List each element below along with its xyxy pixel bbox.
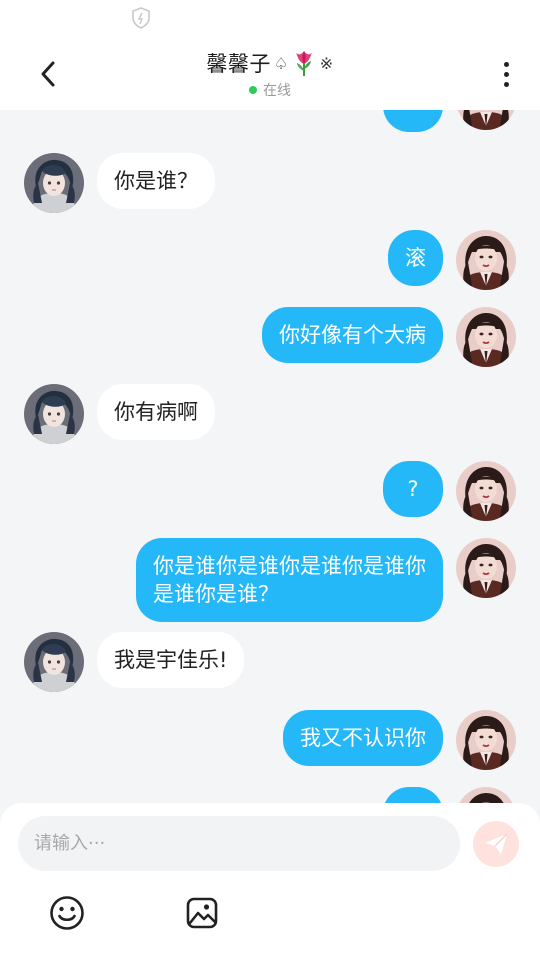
my-avatar[interactable] <box>456 538 516 598</box>
image-button[interactable] <box>182 893 222 933</box>
more-vertical-icon <box>503 61 509 67</box>
status-bar <box>0 0 540 38</box>
online-status-label: 在线 <box>263 83 291 99</box>
more-options-button[interactable] <box>494 56 518 92</box>
message-input[interactable] <box>18 816 460 871</box>
send-button[interactable] <box>473 821 519 867</box>
more-dot <box>503 81 509 87</box>
spade-symbol: ♤ <box>273 53 289 73</box>
contact-avatar[interactable] <box>24 632 84 692</box>
outgoing-message-bubble[interactable]: 你好像有个大病 <box>262 307 443 363</box>
my-avatar[interactable] <box>456 230 516 290</box>
title-area: 馨馨子 ♤ ※ 在线 <box>0 48 540 100</box>
incoming-message-bubble[interactable]: 我是宇佳乐! <box>97 632 245 688</box>
outgoing-message-bubble[interactable]: 我又不认识你 <box>283 710 443 766</box>
incoming-message-bubble[interactable]: 你有病啊 <box>97 384 215 440</box>
emoji-button[interactable] <box>47 893 87 933</box>
contact-avatar[interactable] <box>24 153 84 213</box>
my-avatar[interactable] <box>456 710 516 770</box>
contact-name-text: 馨馨子 <box>206 52 271 76</box>
chat-header: 馨馨子 ♤ ※ 在线 <box>0 38 540 110</box>
contact-name: 馨馨子 ♤ ※ <box>206 48 333 78</box>
paper-plane-icon <box>485 833 508 854</box>
my-avatar[interactable] <box>456 307 516 367</box>
tulip-icon <box>295 51 312 76</box>
input-panel <box>0 803 540 960</box>
shield-icon <box>132 7 150 29</box>
my-avatar[interactable] <box>456 461 516 521</box>
message-list[interactable]: 滚 你是谁？ 滚 你好像有个大病 你有病啊 ? 你是谁你是谁你是谁你是谁你 是谁… <box>0 110 540 805</box>
smiley-icon <box>50 896 84 930</box>
online-dot-icon <box>249 86 257 94</box>
incoming-message-bubble[interactable]: 你是谁？ <box>97 153 215 209</box>
my-avatar[interactable] <box>456 110 516 130</box>
outgoing-message-bubble[interactable]: 滚 <box>388 230 443 286</box>
outgoing-message-bubble[interactable]: ? <box>383 461 443 517</box>
title-suffix: ※ <box>319 53 334 73</box>
image-icon <box>186 897 218 929</box>
more-dot <box>503 71 509 77</box>
contact-avatar[interactable] <box>24 384 84 444</box>
outgoing-message-bubble[interactable]: 你是谁你是谁你是谁你是谁你 是谁你是谁？ <box>136 538 443 622</box>
online-status: 在线 <box>249 80 291 100</box>
outgoing-message-bubble[interactable]: 滚 <box>383 110 443 132</box>
